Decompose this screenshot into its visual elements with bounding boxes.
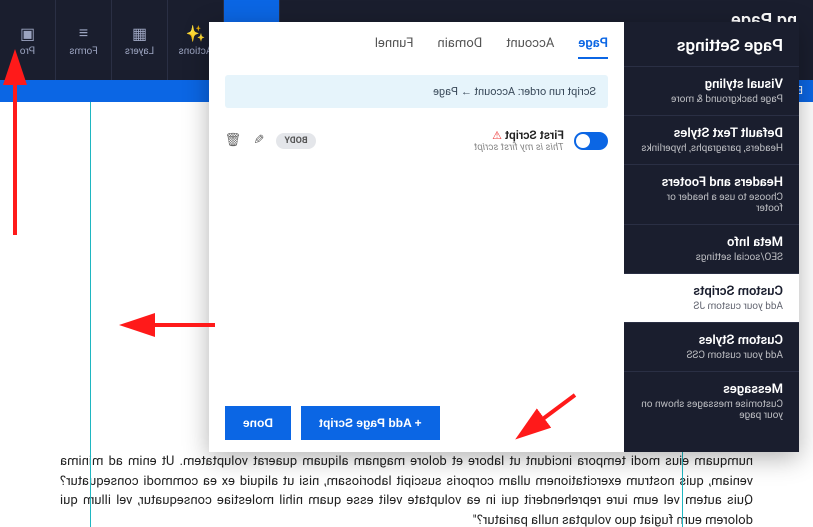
- tab-page[interactable]: Page: [578, 36, 608, 59]
- actions-icon: ✨: [186, 24, 206, 43]
- sidebar-item-custom-styles[interactable]: Custom StylesAdd your custom CSS: [624, 322, 799, 371]
- forms-icon: ≡: [79, 23, 88, 43]
- toolbar-layers[interactable]: ▦Layers: [112, 0, 168, 80]
- run-order-info: Script run order: Account → Page: [225, 75, 608, 108]
- script-toggle[interactable]: [574, 132, 608, 150]
- tab-account[interactable]: Account: [506, 36, 554, 59]
- sidebar-item-default-text-styles[interactable]: Default Text StylesHeaders, paragraphs, …: [624, 115, 799, 164]
- position-badge: BODY: [276, 133, 315, 149]
- page-settings-modal: Page Settings Visual stylingPage backgro…: [209, 22, 799, 452]
- sidebar-item-messages[interactable]: MessagesCustomise messages shown on your…: [624, 371, 799, 431]
- sidebar-item-custom-scripts[interactable]: Custom ScriptsAdd your custom JS: [624, 273, 799, 322]
- layers-icon: ▦: [132, 24, 147, 43]
- sidebar-item-visual-styling[interactable]: Visual stylingPage background & more: [624, 66, 799, 115]
- script-text: First Script ⚠ This is my first script: [474, 128, 564, 153]
- pro-icon: ▣: [20, 24, 35, 43]
- sidebar-item-headers-and-footers[interactable]: Headers and FootersChoose to use a heade…: [624, 164, 799, 224]
- add-page-script-button[interactable]: + Add Page Script: [301, 406, 440, 440]
- done-button[interactable]: Done: [225, 406, 291, 440]
- script-subtitle: This is my first script: [474, 142, 564, 153]
- settings-panel: Page Account Domain Funnel Script run order…: [209, 22, 624, 452]
- warning-icon: ⚠: [492, 129, 502, 142]
- tab-domain[interactable]: Domain: [437, 36, 482, 59]
- edit-icon[interactable]: ✎: [254, 133, 265, 148]
- delete-icon[interactable]: 🗑: [225, 133, 242, 148]
- settings-sidebar: Page Settings Visual stylingPage backgro…: [624, 22, 799, 452]
- sidebar-item-meta-info[interactable]: Meta InfoSEO/social settings: [624, 224, 799, 273]
- toolbar-forms[interactable]: ≡Forms: [56, 0, 112, 80]
- scope-tabs: Page Account Domain Funnel: [225, 36, 608, 59]
- script-row: First Script ⚠ This is my first script B…: [225, 128, 608, 153]
- toolbar-pro[interactable]: ▣Pro: [0, 0, 56, 80]
- settings-title: Page Settings: [624, 22, 799, 66]
- script-name: First Script: [505, 128, 564, 142]
- tab-funnel[interactable]: Funnel: [375, 36, 414, 59]
